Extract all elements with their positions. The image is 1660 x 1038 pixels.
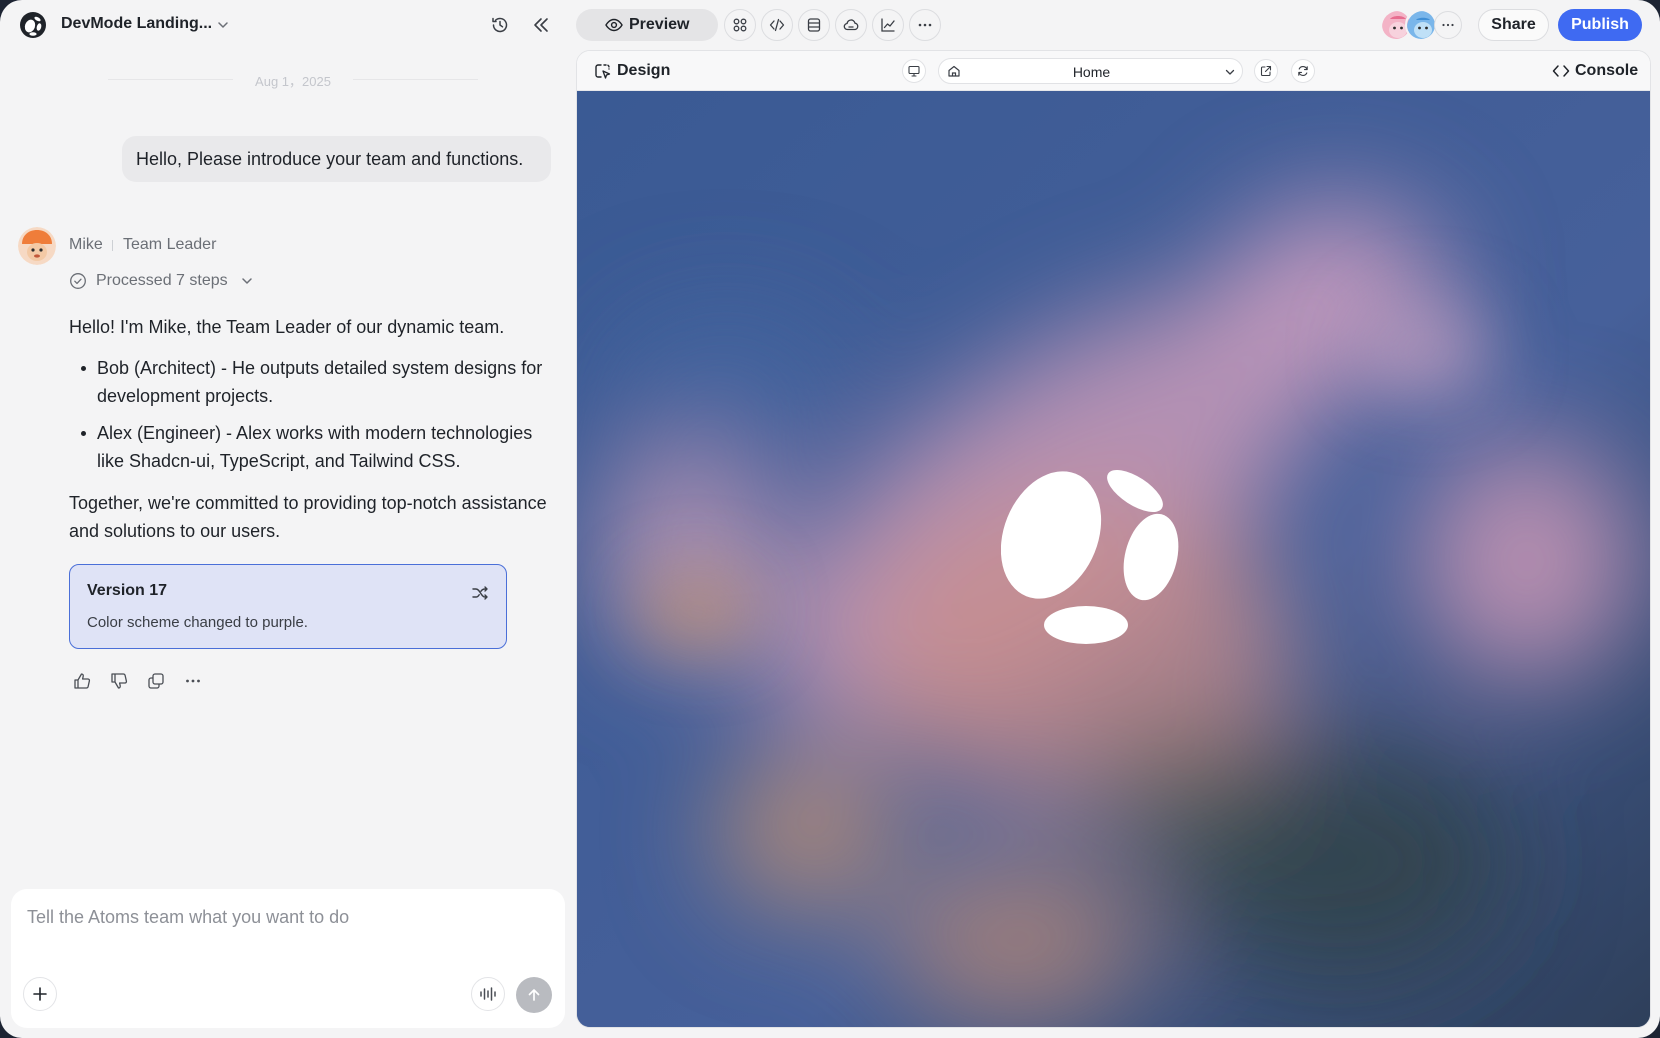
list-item: Alex (Engineer) - Alex works with modern… <box>69 419 555 475</box>
check-circle-icon <box>70 273 86 289</box>
database-button[interactable] <box>798 9 830 41</box>
arrow-up-icon <box>528 989 540 1001</box>
reply-bullet-list: Bob (Architect) - He outputs detailed sy… <box>69 354 555 484</box>
chat-panel: DevMode Landing... Aug 1，2025 Hello, Ple… <box>0 0 576 1038</box>
preview-frame-toolbar: Design Home Console <box>577 51 1650 91</box>
attach-button[interactable] <box>23 977 57 1011</box>
date-label: Aug 1，2025 <box>255 74 331 89</box>
chevron-down-icon <box>242 278 252 284</box>
message-input[interactable] <box>27 907 547 947</box>
design-icon[interactable] <box>594 63 611 80</box>
cloud-icon <box>843 19 859 31</box>
chat-header: DevMode Landing... <box>0 0 576 50</box>
more-collaborators-button[interactable] <box>1434 11 1462 39</box>
page-selector-value: Home <box>1072 64 1111 80</box>
waveform-icon <box>480 987 496 1001</box>
share-button[interactable]: Share <box>1478 9 1549 41</box>
shuffle-icon[interactable] <box>471 584 489 602</box>
preview-frame: Design Home Console <box>576 50 1651 1028</box>
reply-outro: Together, we're committed to providing t… <box>69 493 547 541</box>
refresh-icon <box>1298 66 1308 76</box>
preview-tab[interactable]: Preview <box>576 9 718 41</box>
more-icon <box>918 23 932 27</box>
refresh-button[interactable] <box>1291 59 1315 83</box>
steps-label: Processed 7 steps <box>96 272 228 289</box>
database-icon <box>807 18 821 32</box>
copy-icon[interactable] <box>147 672 165 690</box>
device-toggle-button[interactable] <box>902 59 926 83</box>
external-link-icon <box>1260 65 1272 77</box>
version-card[interactable]: Version 17 Color scheme changed to purpl… <box>69 564 507 649</box>
cloud-button[interactable] <box>835 9 867 41</box>
plus-icon <box>33 987 47 1001</box>
agent-role: Team Leader <box>123 236 217 253</box>
agent-name: Mike <box>69 236 103 253</box>
history-icon[interactable] <box>490 15 510 35</box>
list-item: Bob (Architect) - He outputs detailed sy… <box>69 354 555 410</box>
thumbs-down-icon[interactable] <box>110 672 128 690</box>
console-label: Console <box>1575 62 1639 79</box>
thumbs-up-icon[interactable] <box>73 672 91 690</box>
design-mode-button[interactable]: Design <box>617 62 670 80</box>
more-options-button[interactable] <box>909 9 941 41</box>
version-description: Color scheme changed to purple. <box>87 614 308 631</box>
preview-toolbar: Preview Share Publish <box>576 0 1660 50</box>
analytics-button[interactable] <box>872 9 904 41</box>
atoms-logo-icon <box>1001 469 1179 644</box>
collapse-panel-icon[interactable] <box>531 15 551 35</box>
user-message-bubble: Hello, Please introduce your team and fu… <box>122 136 551 182</box>
reply-intro: Hello! I'm Mike, the Team Leader of our … <box>69 317 505 337</box>
preview-canvas <box>577 91 1650 1027</box>
analytics-icon <box>881 18 895 32</box>
publish-button[interactable]: Publish <box>1558 9 1642 41</box>
code-icon <box>769 18 785 32</box>
date-divider: Aug 1，2025 <box>108 70 478 89</box>
monitor-icon <box>908 65 920 77</box>
page-selector[interactable]: Home <box>938 58 1243 84</box>
agent-avatar <box>18 227 56 265</box>
send-button[interactable] <box>516 977 552 1013</box>
collaborator-avatar[interactable] <box>1405 9 1437 41</box>
chevron-down-icon[interactable] <box>215 17 231 33</box>
more-icon[interactable] <box>184 672 202 690</box>
version-title: Version 17 <box>87 582 168 599</box>
more-icon <box>1442 23 1454 27</box>
chevron-down-icon <box>1225 69 1235 75</box>
code-icon <box>1552 65 1570 77</box>
open-new-tab-button[interactable] <box>1254 59 1278 83</box>
project-title[interactable]: DevMode Landing... <box>61 15 212 33</box>
app-window: DevMode Landing... Aug 1，2025 Hello, Ple… <box>0 0 1660 1038</box>
eye-icon <box>605 18 623 32</box>
divider <box>112 240 113 251</box>
components-icon <box>733 18 747 32</box>
message-composer <box>11 889 565 1028</box>
atoms-logo-icon[interactable] <box>20 12 46 38</box>
voice-input-button[interactable] <box>471 977 505 1011</box>
preview-label: Preview <box>629 16 690 33</box>
code-button[interactable] <box>761 9 793 41</box>
components-button[interactable] <box>724 9 756 41</box>
